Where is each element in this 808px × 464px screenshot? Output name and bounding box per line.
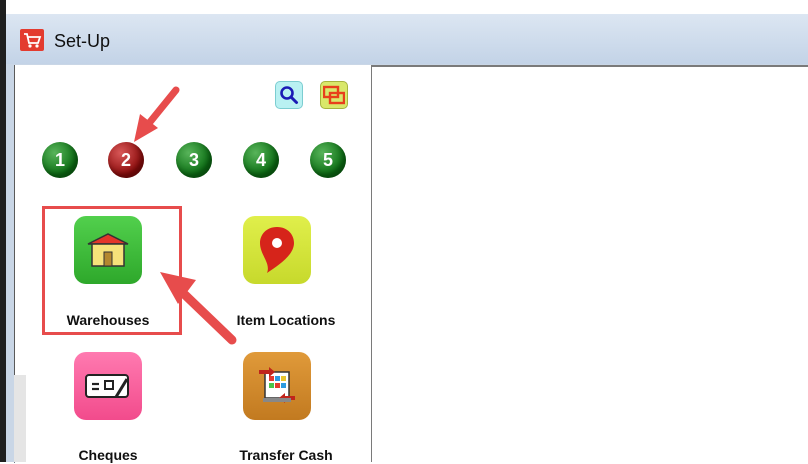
annotation-arrow-page-2 (134, 86, 180, 142)
setup-window: Set-Up 1 2 3 4 5 Warehouses Item Locatio… (0, 0, 808, 464)
annotation-arrow-warehouses (160, 272, 237, 345)
annotation-arrows (134, 86, 237, 345)
